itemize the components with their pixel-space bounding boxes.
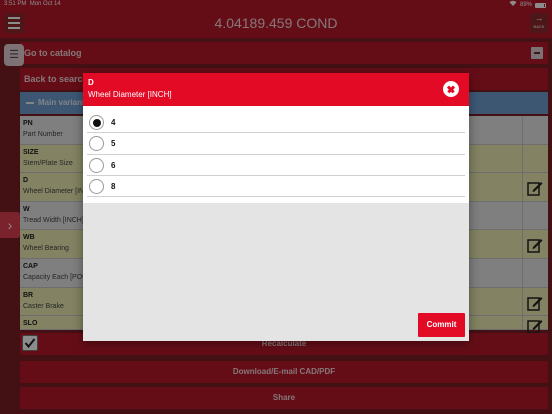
radio-button[interactable] [89,157,104,173]
option-value: 8 [111,181,116,191]
option-value: 5 [111,139,116,149]
dialog-header: D Wheel Diameter [INCH] [83,73,469,106]
radio-button[interactable] [89,178,104,194]
dialog-subtitle: Wheel Diameter [INCH] [88,90,172,99]
option-item[interactable]: 6 [87,155,465,176]
close-icon[interactable] [443,81,459,97]
option-list: 4 5 6 8 [87,112,465,198]
option-value: 4 [111,118,116,127]
option-item[interactable]: 5 [87,133,465,155]
option-item[interactable]: 8 [87,176,465,198]
dialog-footer: Commit [83,203,469,341]
selection-dialog: D Wheel Diameter [INCH] 4 5 6 8 Commit [83,73,469,341]
radio-button[interactable] [89,115,104,130]
dialog-parameter-code: D [88,78,94,87]
option-item[interactable]: 4 [87,112,465,134]
option-value: 6 [111,160,116,170]
radio-button[interactable] [89,136,104,152]
commit-button[interactable]: Commit [418,313,465,337]
